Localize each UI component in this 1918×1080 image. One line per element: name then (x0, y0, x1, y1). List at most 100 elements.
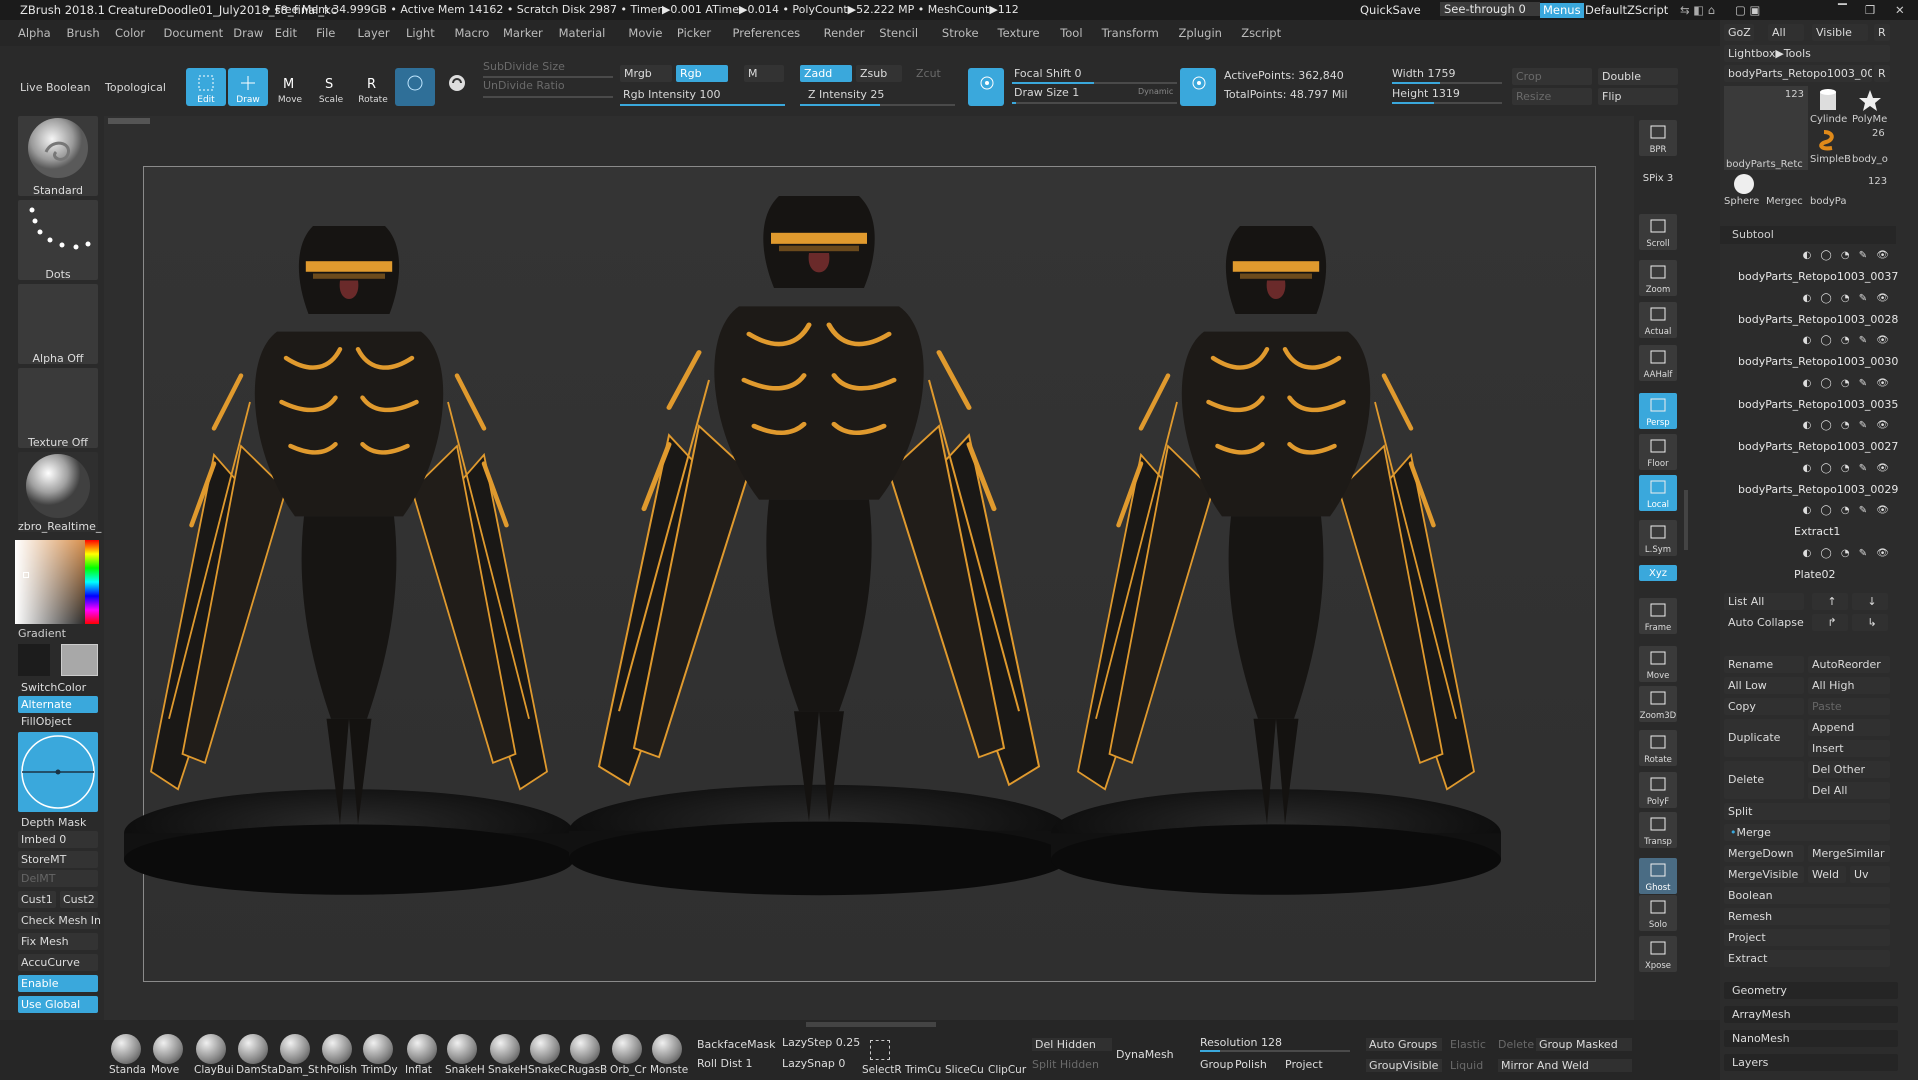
close-icon[interactable]: ✕ (1895, 0, 1905, 20)
del-all-button[interactable]: Del All (1808, 782, 1890, 799)
goz-button[interactable]: GoZ (1724, 24, 1754, 41)
shelf-ghost[interactable]: Ghost (1639, 858, 1677, 894)
zsub-button[interactable]: Zsub (856, 65, 902, 82)
all-low-button[interactable]: All Low (1724, 677, 1804, 694)
subtool-name[interactable]: Extract1 (1794, 525, 1840, 538)
undivide-ratio-slider[interactable]: UnDivide Ratio (483, 79, 565, 92)
zcut-button[interactable]: Zcut (912, 65, 958, 82)
focal-shift-slider[interactable]: Focal Shift 0 (1014, 67, 1082, 80)
subtool-toggle-icons[interactable]: ◐ ◯ ◔ ✎ 👁 (1778, 335, 1892, 347)
resolution-track[interactable] (1200, 1050, 1350, 1052)
main-color-swatch[interactable] (18, 644, 50, 676)
nanomesh-section[interactable]: NanoMesh (1724, 1030, 1898, 1047)
focal-shift-track[interactable] (1012, 82, 1177, 84)
shelf-zoom[interactable]: Zoom (1639, 260, 1677, 296)
subtool-name[interactable]: bodyParts_Retopo1003_0030 (1738, 355, 1898, 368)
gradient-label[interactable]: Gradient (18, 627, 66, 640)
edit-button[interactable]: Edit (186, 68, 226, 106)
roll-dist-slider[interactable]: Roll Dist 1 (697, 1057, 753, 1070)
append-button[interactable]: Append (1808, 719, 1890, 736)
brush-label[interactable]: SnakeH (488, 1064, 528, 1076)
seethrough-slider[interactable]: See-through 0 (1440, 2, 1540, 16)
menu-color[interactable]: Color (115, 20, 145, 46)
all-high-button[interactable]: All High (1808, 677, 1890, 694)
polish-toggle[interactable]: Polish (1235, 1058, 1267, 1071)
menu-preferences[interactable]: Preferences (733, 20, 801, 46)
color-picker[interactable] (15, 540, 99, 624)
bodypa-tool-label[interactable]: bodyPa (1810, 196, 1846, 207)
slicecurve-label[interactable]: SliceCu (945, 1064, 984, 1076)
shelf-spix-3[interactable]: SPix 3 (1639, 170, 1677, 186)
backfacemask-button[interactable]: BackfaceMask (697, 1038, 775, 1051)
quicksave-button[interactable]: QuickSave (1360, 0, 1421, 20)
use-global-button[interactable]: Use Global (18, 996, 98, 1013)
double-button[interactable]: Double (1598, 68, 1678, 85)
r-button[interactable]: R (1874, 24, 1890, 41)
brush-label[interactable]: ClayBui (194, 1064, 234, 1076)
subtool-item[interactable]: ◐ ◯ ◔ ✎ 👁 bodyParts_Retopo1003_0030 (1738, 333, 1898, 373)
shelf-transp[interactable]: Transp (1639, 812, 1677, 848)
subtool-item[interactable]: ◐ ◯ ◔ ✎ 👁 bodyParts_Retopo1003_0035 (1738, 376, 1898, 416)
menu-texture[interactable]: Texture (998, 20, 1040, 46)
draw-button[interactable]: Draw (228, 68, 268, 106)
texture-selector[interactable]: Texture Off (18, 368, 98, 449)
current-tool-thumb[interactable]: 123 bodyParts_Retc (1724, 86, 1808, 170)
subtool-header[interactable]: Subtool (1720, 226, 1896, 244)
subtool-toggle-icons[interactable]: ◐ ◯ ◔ ✎ 👁 (1778, 293, 1892, 305)
brush-label[interactable]: hPolish (320, 1064, 357, 1076)
move-up-icon[interactable]: ↑ (1812, 593, 1848, 610)
subtool-item[interactable]: ◐ ◯ ◔ ✎ 👁 bodyParts_Retopo1003_0037 (1738, 248, 1898, 288)
geometry-section[interactable]: Geometry (1724, 982, 1898, 999)
brush-thumb-3[interactable] (196, 1034, 226, 1064)
brush-thumb-11[interactable] (530, 1034, 560, 1064)
stroke-selector[interactable]: Dots (18, 200, 98, 281)
rotate-button[interactable]: R Rotate (353, 68, 393, 106)
group-masked-button[interactable]: Group Masked (1536, 1038, 1632, 1051)
menu-file[interactable]: File (316, 20, 335, 46)
subtool-name[interactable]: bodyParts_Retopo1003_0037 (1738, 270, 1898, 283)
menu-stroke[interactable]: Stroke (942, 20, 979, 46)
delmt-button[interactable]: DelMT (18, 870, 98, 887)
menu-marker[interactable]: Marker (503, 20, 543, 46)
menu-material[interactable]: Material (559, 20, 606, 46)
brush-label[interactable]: DamSta (236, 1064, 278, 1076)
script-button[interactable]: DefaultZScript (1585, 0, 1668, 20)
groupvisible-button[interactable]: GroupVisible (1366, 1059, 1442, 1072)
enable-button[interactable]: Enable (18, 975, 98, 992)
menu-render[interactable]: Render (824, 20, 865, 46)
subtool-name[interactable]: bodyParts_Retopo1003_0028 (1738, 313, 1898, 326)
brush-thumb-2[interactable] (153, 1034, 183, 1064)
dynamesh-button[interactable]: DynaMesh (1116, 1048, 1174, 1061)
topological-button[interactable]: Topological (105, 81, 166, 94)
menu-brush[interactable]: Brush (67, 20, 100, 46)
del-other-button[interactable]: Del Other (1808, 761, 1890, 778)
shelf-frame[interactable]: Frame (1639, 598, 1677, 634)
menu-stencil[interactable]: Stencil (879, 20, 918, 46)
m-button[interactable]: M (744, 65, 784, 82)
brush-thumb-8[interactable] (407, 1034, 437, 1064)
insert-button[interactable]: Insert (1808, 740, 1890, 757)
undivide-ratio-track[interactable] (483, 96, 613, 98)
storemt-button[interactable]: StoreMT (18, 851, 98, 868)
weld-button[interactable]: Weld (1808, 866, 1846, 883)
flip-button[interactable]: Flip (1598, 88, 1678, 105)
hue-strip[interactable] (85, 540, 99, 624)
brush-thumb-12[interactable] (570, 1034, 600, 1064)
brush-thumb-4[interactable] (238, 1034, 268, 1064)
mergesimilar-button[interactable]: MergeSimilar (1808, 845, 1890, 862)
z-intensity-track[interactable] (800, 104, 955, 106)
brush-thumb-1[interactable] (111, 1034, 141, 1064)
mirror-and-weld-button[interactable]: Mirror And Weld (1498, 1059, 1632, 1072)
subdivide-size-track[interactable] (483, 76, 613, 78)
brush-label[interactable]: Monste (650, 1064, 688, 1076)
shelf-aahalf[interactable]: AAHalf (1639, 345, 1677, 381)
alternate-button[interactable]: Alternate (18, 696, 98, 713)
all-button[interactable]: All (1768, 24, 1804, 41)
r-button-2[interactable]: R (1874, 65, 1890, 82)
elastic-button[interactable]: Elastic (1450, 1038, 1486, 1051)
subtool-toggle-icons[interactable]: ◐ ◯ ◔ ✎ 👁 (1778, 505, 1892, 517)
gizmo-button[interactable] (437, 68, 477, 106)
rgb-intensity-track[interactable] (620, 104, 785, 106)
switchcolor-button[interactable]: SwitchColor (18, 679, 98, 696)
menu-draw[interactable]: Draw (233, 20, 263, 46)
